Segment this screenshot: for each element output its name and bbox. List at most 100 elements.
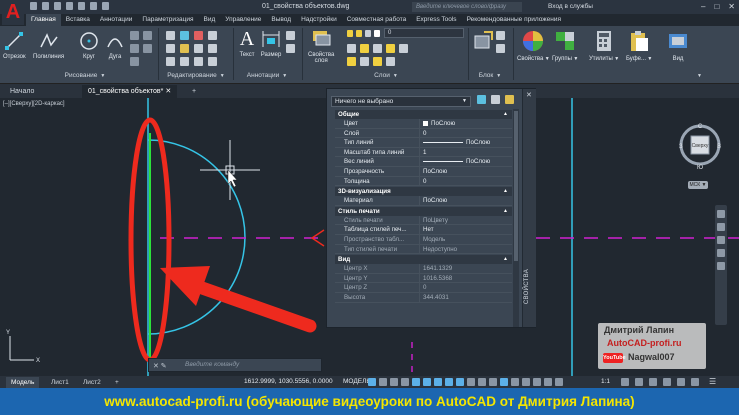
dynamic-input-icon[interactable] xyxy=(401,378,409,386)
isolate-objects-icon[interactable] xyxy=(663,378,671,386)
block-group-label[interactable]: Блок ▼ xyxy=(470,70,510,82)
leader-icon[interactable] xyxy=(286,31,295,40)
groups-button[interactable]: Группы ▼ xyxy=(552,28,578,62)
circle-button[interactable]: Круг xyxy=(78,30,100,60)
zoom-icon[interactable] xyxy=(717,236,725,244)
save-icon[interactable] xyxy=(54,2,61,10)
property-row-lineweight[interactable]: Вес линий ПоСлою xyxy=(335,157,512,167)
isodraft-icon[interactable] xyxy=(434,378,442,386)
dynamic-ucs-icon[interactable] xyxy=(511,378,519,386)
utilities-button[interactable]: Утилиты ▼ xyxy=(589,28,619,62)
grid-icon[interactable] xyxy=(368,378,376,386)
dimension-button[interactable]: Размер xyxy=(260,28,282,58)
layer-state-icon[interactable] xyxy=(347,44,356,53)
property-row-plot-style[interactable]: Стиль печати ПоЦвету xyxy=(335,215,512,226)
copy-to-layer-icon[interactable] xyxy=(386,57,395,66)
property-value[interactable]: 0 xyxy=(419,176,512,186)
layer-freeze-icon[interactable] xyxy=(347,57,356,66)
steering-wheel-icon[interactable] xyxy=(717,210,725,218)
move-icon[interactable] xyxy=(166,31,175,40)
viewcube-south-label[interactable]: Ю xyxy=(697,165,703,171)
rectangle-icon[interactable] xyxy=(130,31,139,40)
tab-parametric[interactable]: Параметризация xyxy=(137,14,198,26)
match-layer-icon[interactable] xyxy=(373,44,382,53)
offset-icon[interactable] xyxy=(208,57,217,66)
property-row-material[interactable]: Материал ПоСлою xyxy=(335,196,512,206)
customization-menu-icon[interactable]: ☰ xyxy=(709,377,716,386)
property-row-center-z[interactable]: Центр Z 0 xyxy=(335,283,512,293)
selection-cycling-icon[interactable] xyxy=(489,378,497,386)
fillet-icon[interactable] xyxy=(194,44,203,53)
viewcube-west-label[interactable]: З xyxy=(679,144,683,150)
stretch-icon[interactable] xyxy=(166,57,175,66)
create-block-icon[interactable] xyxy=(496,31,505,40)
spline-icon[interactable] xyxy=(143,44,152,53)
scrollbar-thumb[interactable] xyxy=(514,111,518,261)
wcs-menu-button[interactable]: МСК ▼ xyxy=(688,181,708,189)
scale-icon[interactable] xyxy=(180,57,189,66)
tab-output[interactable]: Вывод xyxy=(266,14,296,26)
layer-walk-icon[interactable] xyxy=(360,57,369,66)
make-current-icon[interactable] xyxy=(360,44,369,53)
tab-annotate[interactable]: Аннотации xyxy=(95,14,138,26)
tab-collaborate[interactable]: Совместная работа xyxy=(342,14,411,26)
print-icon[interactable] xyxy=(78,2,85,10)
new-tab-button[interactable]: + xyxy=(186,85,202,98)
property-row-thickness[interactable]: Толщина 0 xyxy=(335,176,512,187)
viewcube-top-label[interactable]: Сверху xyxy=(692,143,709,149)
category-plot-style[interactable]: Стиль печати ▲ xyxy=(335,206,512,216)
showmotion-icon[interactable] xyxy=(717,262,725,270)
layers-group-label[interactable]: Слои ▼ xyxy=(306,70,466,82)
property-row-plot-table-space[interactable]: Пространство табл... Модель xyxy=(335,234,512,245)
view-button[interactable]: Вид xyxy=(665,28,691,62)
property-value[interactable]: ПоСлою xyxy=(419,196,512,205)
explode-icon[interactable] xyxy=(208,44,217,53)
command-line-close-icon[interactable]: ✕ ✎ xyxy=(153,362,167,370)
snap-icon[interactable] xyxy=(379,378,387,386)
property-value[interactable]: ПоСлою xyxy=(419,157,512,166)
property-row-plot-style-table[interactable]: Таблица стилей печ... Нет xyxy=(335,225,512,235)
property-value[interactable]: ПоСлою xyxy=(419,119,512,128)
ellipse-icon[interactable] xyxy=(130,44,139,53)
erase-icon[interactable] xyxy=(208,31,217,40)
viewcube[interactable]: Сверху С Ю З В xyxy=(677,122,723,176)
gizmo-icon[interactable] xyxy=(533,378,541,386)
layer-properties-button[interactable]: Свойства слоя xyxy=(308,28,334,64)
tab-featured-apps[interactable]: Рекомендованные приложения xyxy=(462,14,566,26)
select-objects-icon[interactable] xyxy=(491,95,500,104)
property-row-transparency[interactable]: Прозрачность ПоСлою xyxy=(335,166,512,177)
property-row-plot-style-type[interactable]: Тип стилей печати Недоступно xyxy=(335,244,512,255)
coordinates-readout[interactable]: 1612.9999, 1030.5556, 0.0000 xyxy=(244,376,333,388)
mirror-icon[interactable] xyxy=(180,44,189,53)
infer-icon[interactable] xyxy=(390,378,398,386)
insert-block-button[interactable] xyxy=(472,30,494,54)
clean-screen-icon[interactable] xyxy=(691,378,699,386)
minimize-icon[interactable]: – xyxy=(701,2,705,11)
draw-group-label[interactable]: Рисование ▼ xyxy=(30,70,140,82)
hatch-icon[interactable] xyxy=(143,31,152,40)
layer-off-icon[interactable] xyxy=(399,44,408,53)
undo-icon[interactable] xyxy=(90,2,97,10)
lineweight-icon[interactable] xyxy=(467,378,475,386)
layer-isolate-icon[interactable] xyxy=(386,44,395,53)
command-line[interactable]: ✕ ✎ Введите команду xyxy=(148,358,322,372)
palette-scrollbar[interactable] xyxy=(513,109,519,327)
property-row-color[interactable]: Цвет ПоСлою xyxy=(335,119,512,129)
command-input[interactable]: Введите команду xyxy=(185,361,239,368)
property-row-layer[interactable]: Слой 0 xyxy=(335,128,512,139)
annotation-visibility-icon[interactable] xyxy=(544,378,552,386)
selection-dropdown[interactable]: Ничего не выбрано ▼ xyxy=(331,96,471,107)
text-button[interactable]: A Текст xyxy=(236,28,258,59)
save-as-icon[interactable] xyxy=(66,2,73,10)
new-file-icon[interactable] xyxy=(30,2,37,10)
tab-start[interactable]: Начало xyxy=(4,85,40,98)
property-row-center-x[interactable]: Центр X 1641.1329 xyxy=(335,264,512,274)
tab-drawing[interactable]: 01_свойства объектов* ✕ xyxy=(82,85,178,98)
close-icon[interactable]: ✕ xyxy=(728,2,735,11)
property-value[interactable]: Нет xyxy=(419,225,512,234)
redo-icon[interactable] xyxy=(102,2,109,10)
object-snap-tracking-icon[interactable] xyxy=(445,378,453,386)
arc-button[interactable]: Дуга xyxy=(104,30,126,60)
property-value[interactable]: 1 xyxy=(419,147,512,157)
sun-icon[interactable] xyxy=(356,30,362,37)
